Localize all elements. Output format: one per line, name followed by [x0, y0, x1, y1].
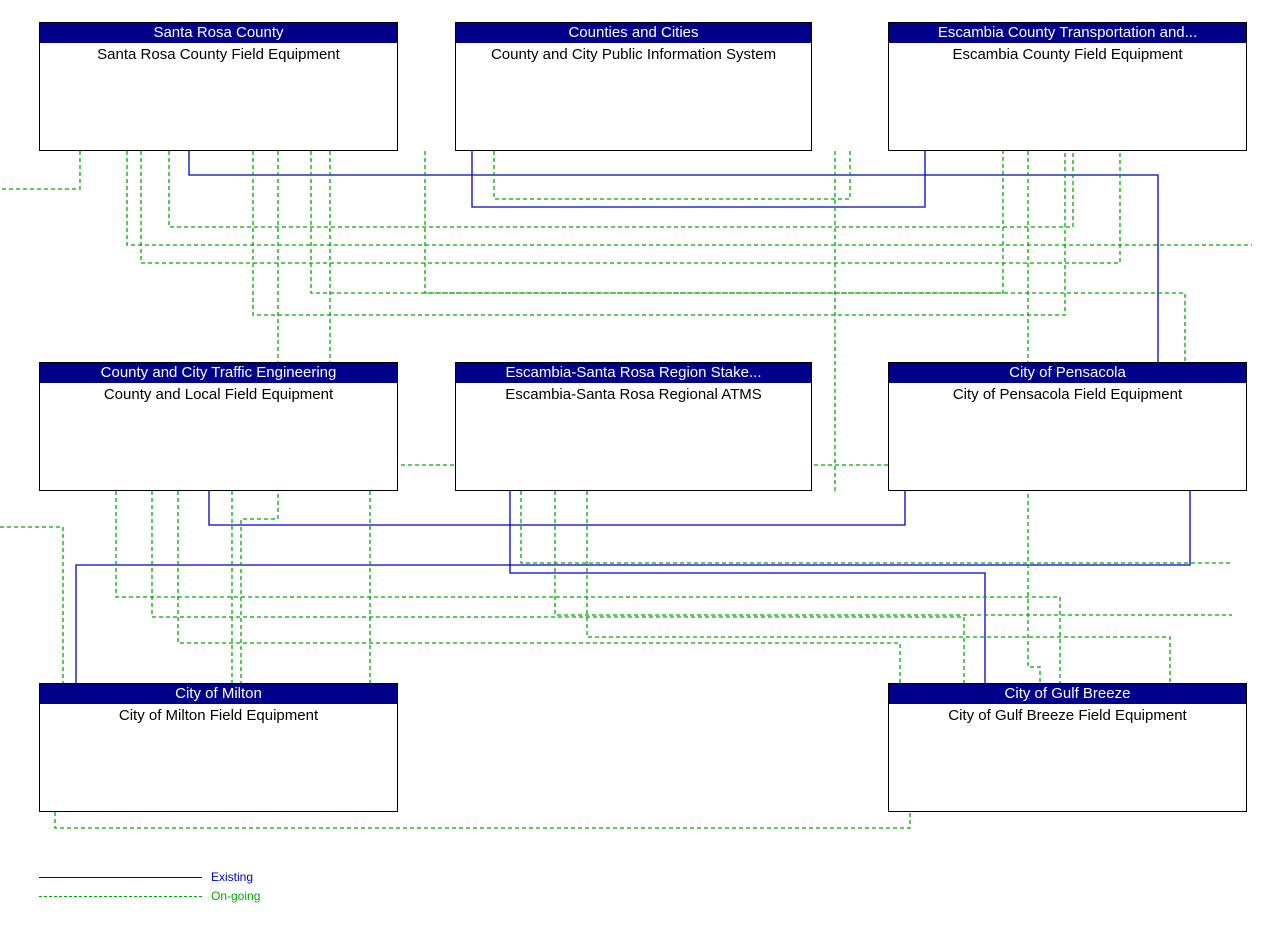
node-santa-rosa-county[interactable]: Santa Rosa County Santa Rosa County Field… [39, 22, 398, 151]
ongoing-connection-line [126, 151, 1252, 246]
ongoing-connection-line [520, 491, 1232, 564]
node-counties-and-cities[interactable]: Counties and Cities County and City Publi… [455, 22, 812, 151]
node-city-of-milton[interactable]: City of Milton City of Milton Field Equip… [39, 683, 398, 812]
node-stakeholder-title: City of Gulf Breeze [889, 684, 1246, 704]
node-escambia-county-transportation[interactable]: Escambia County Transportation and... Esc… [888, 22, 1247, 151]
existing-connection-line [75, 491, 1191, 683]
existing-connection-line [509, 491, 986, 683]
node-element-label: County and Local Field Equipment [103, 386, 334, 403]
legend-item-ongoing: On-going [39, 887, 339, 906]
interconnect-diagram: Santa Rosa County Santa Rosa County Field… [0, 0, 1263, 925]
node-element-label: City of Gulf Breeze Field Equipment [948, 707, 1187, 724]
node-stakeholder-title: City of Milton [40, 684, 397, 704]
ongoing-connection-line [140, 151, 1121, 264]
node-element-label: City of Pensacola Field Equipment [952, 386, 1183, 403]
node-stakeholder-title: Escambia-Santa Rosa Region Stake... [456, 363, 811, 383]
existing-connection-line [471, 151, 926, 208]
ongoing-connection-line [424, 151, 1186, 362]
ongoing-connection-line [310, 151, 1004, 294]
ongoing-connection-line [151, 491, 965, 683]
node-element-label: Escambia County Field Equipment [952, 46, 1183, 63]
node-element-label: Escambia-Santa Rosa Regional ATMS [505, 386, 762, 403]
ongoing-connection-line [54, 812, 911, 829]
legend-item-existing: Existing [39, 868, 339, 887]
node-city-of-pensacola[interactable]: City of Pensacola City of Pensacola Field… [888, 362, 1247, 491]
node-city-of-gulf-breeze[interactable]: City of Gulf Breeze City of Gulf Breeze F… [888, 683, 1247, 812]
ongoing-connection-line [554, 491, 1232, 616]
legend: Existing On-going [39, 868, 339, 908]
node-county-city-traffic-engineering[interactable]: County and City Traffic Engineering Count… [39, 362, 398, 491]
existing-connection-line [208, 491, 906, 526]
legend-label-ongoing: On-going [211, 889, 261, 903]
legend-line-ongoing [39, 896, 202, 897]
ongoing-connection-line [115, 491, 1061, 683]
ongoing-connection-line [586, 491, 1171, 683]
legend-line-existing [39, 877, 202, 878]
node-element-label: Santa Rosa County Field Equipment [97, 46, 340, 63]
ongoing-connection-line [168, 151, 1074, 228]
node-escambia-santa-rosa-region-stakeholders[interactable]: Escambia-Santa Rosa Region Stake... Escam… [455, 362, 812, 491]
node-stakeholder-title: Santa Rosa County [40, 23, 397, 43]
node-stakeholder-title: City of Pensacola [889, 363, 1246, 383]
node-stakeholder-title: County and City Traffic Engineering [40, 363, 397, 383]
node-element-label: County and City Public Information Syste… [490, 46, 777, 63]
ongoing-connection-line [0, 151, 81, 190]
ongoing-connection-line [252, 151, 1066, 316]
node-stakeholder-title: Escambia County Transportation and... [889, 23, 1246, 43]
ongoing-connection-line [0, 526, 64, 683]
node-stakeholder-title: Counties and Cities [456, 23, 811, 43]
node-element-label: City of Milton Field Equipment [118, 707, 319, 724]
ongoing-connection-line [493, 151, 851, 200]
ongoing-connection-line [177, 491, 901, 683]
legend-label-existing: Existing [211, 870, 254, 884]
